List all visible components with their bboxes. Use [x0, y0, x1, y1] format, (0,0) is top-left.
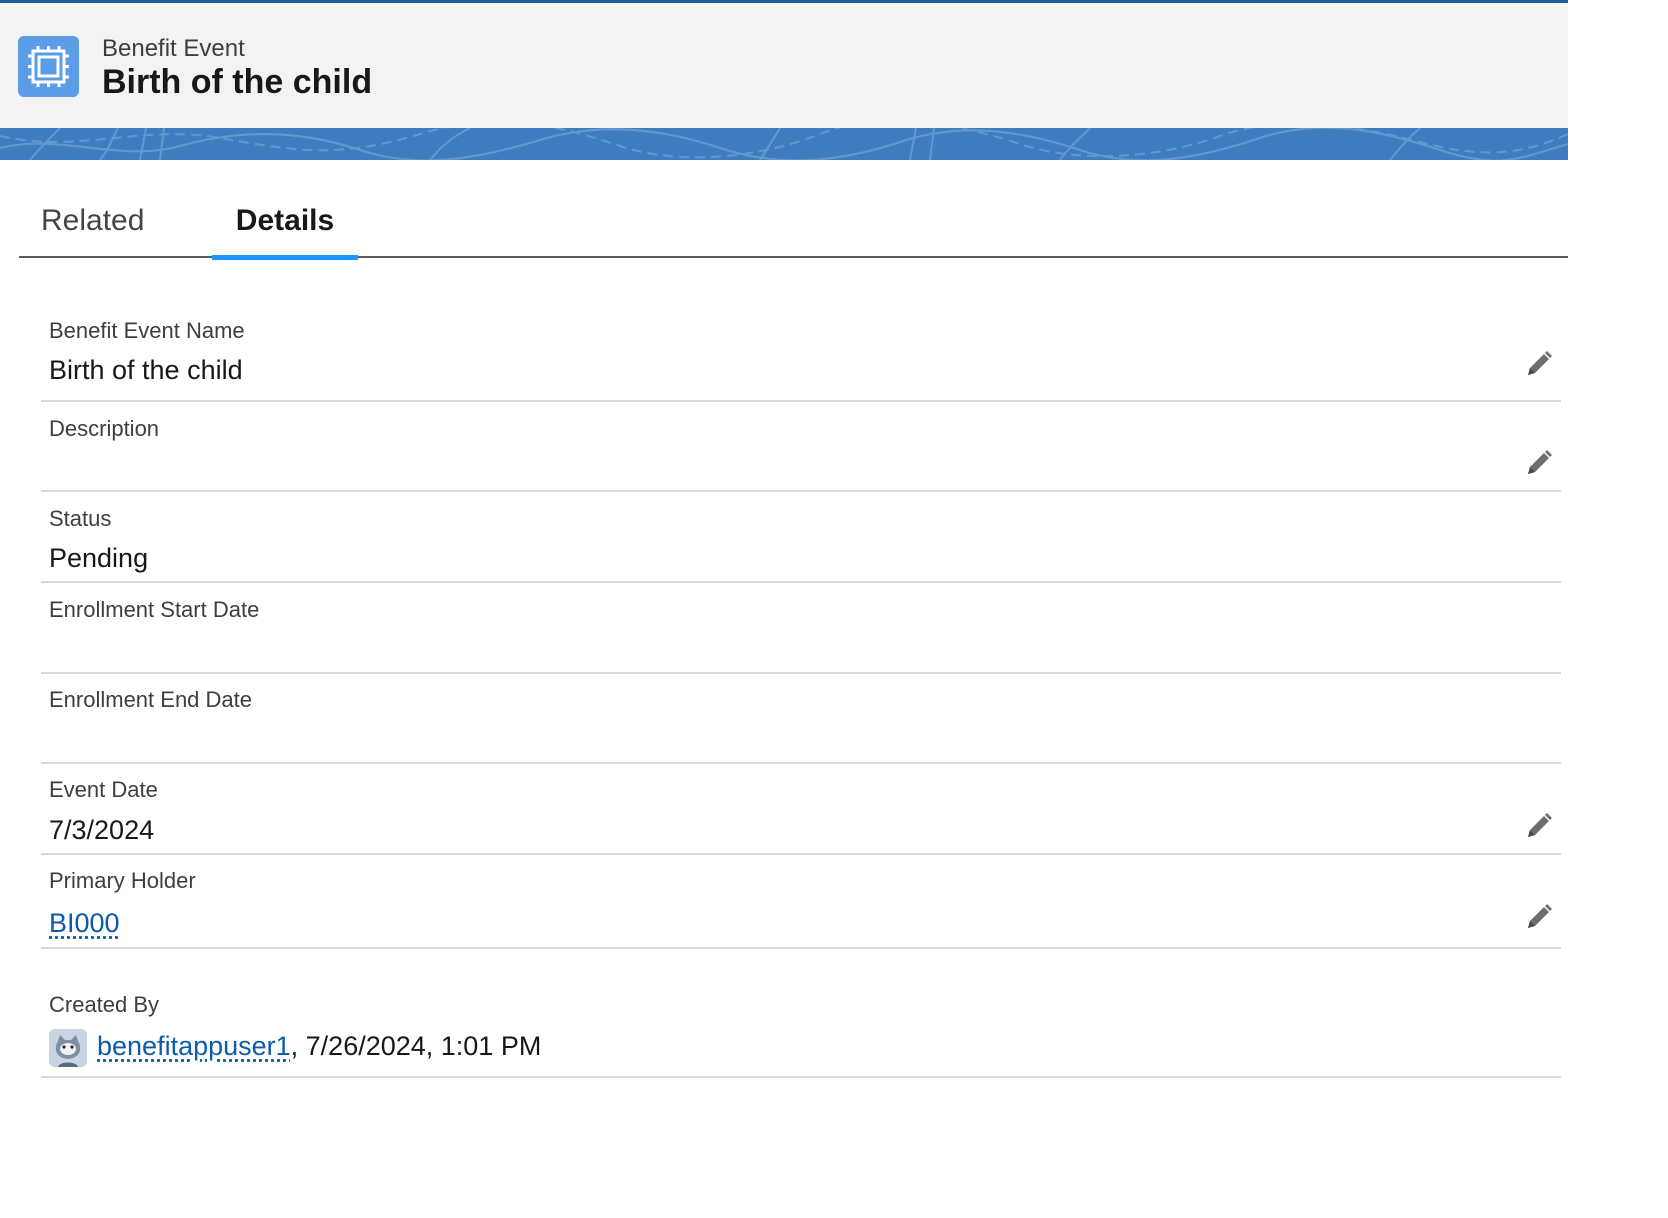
field-label: Enrollment Start Date [49, 597, 260, 622]
field-label: Primary Holder [49, 868, 196, 893]
header-banner [0, 128, 1568, 160]
record-tabs: Related Details [19, 160, 1568, 260]
created-by-value: benefitappuser1, 7/26/2024, 1:01 PM [97, 1031, 541, 1062]
field-label: Description [49, 416, 160, 441]
tab-related[interactable]: Related [41, 204, 144, 238]
page-title: Birth of the child [102, 63, 373, 101]
primary-holder-link[interactable]: BI000 [49, 908, 120, 939]
field-description: Description [41, 402, 1561, 492]
field-label: Created By [49, 992, 160, 1017]
created-by-user-link[interactable]: benefitappuser1 [97, 1031, 291, 1061]
object-type-label: Benefit Event [102, 35, 245, 62]
pencil-icon[interactable] [1525, 350, 1553, 378]
field-created-by: Created By benefitappuser1, 7/26/2024, 1… [41, 979, 1561, 1078]
field-label: Event Date [49, 777, 158, 802]
active-tab-indicator [212, 255, 358, 260]
field-label: Status [49, 506, 112, 531]
benefit-event-icon [18, 36, 79, 97]
created-by-timestamp: , 7/26/2024, 1:01 PM [290, 1031, 542, 1061]
tab-details[interactable]: Details [212, 204, 358, 260]
record-header: Benefit Event Birth of the child [0, 0, 1568, 128]
pencil-icon[interactable] [1525, 812, 1553, 840]
field-value: Pending [49, 543, 149, 573]
pencil-icon[interactable] [1525, 903, 1553, 931]
tab-details-label: Details [235, 204, 335, 237]
field-enrollment-end-date: Enrollment End Date [41, 674, 1561, 764]
field-enrollment-start-date: Enrollment Start Date [41, 583, 1561, 674]
field-value: 7/3/2024 [49, 815, 155, 845]
field-event-date: Event Date 7/3/2024 [41, 764, 1561, 855]
pencil-icon[interactable] [1525, 449, 1553, 477]
user-avatar [49, 1029, 87, 1067]
field-label: Benefit Event Name [49, 318, 245, 343]
field-label: Enrollment End Date [49, 687, 252, 712]
field-status: Status Pending [41, 492, 1561, 583]
field-benefit-event-name: Benefit Event Name Birth of the child [41, 300, 1561, 402]
field-value: Birth of the child [49, 355, 243, 385]
field-primary-holder: Primary Holder BI000 [41, 855, 1561, 949]
